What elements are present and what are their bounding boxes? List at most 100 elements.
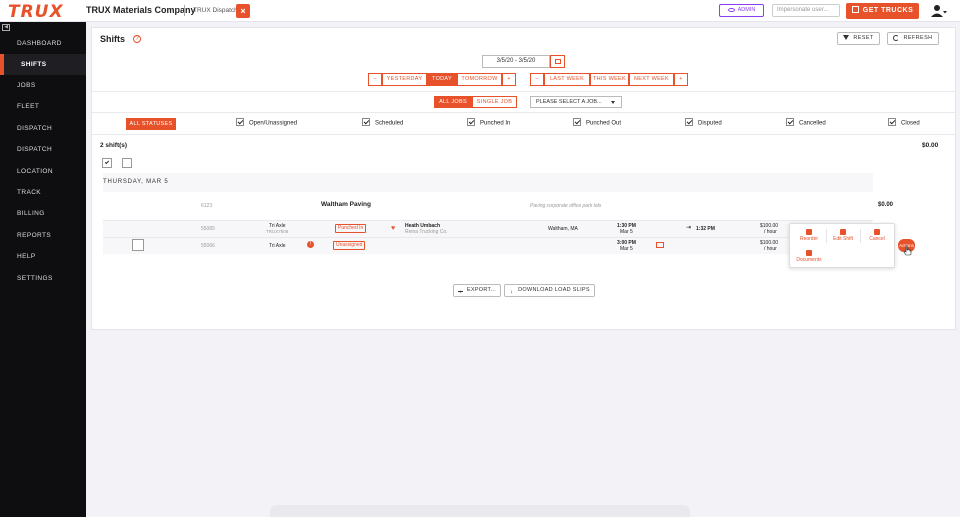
check-icon — [104, 159, 110, 165]
tomorrow-button[interactable]: TOMORROW — [457, 73, 502, 86]
today-button[interactable]: TODAY — [427, 73, 457, 86]
divider — [826, 229, 827, 243]
collapse-sidebar-icon[interactable]: ◀ — [2, 24, 10, 31]
divider — [92, 91, 955, 92]
reorder-label: Reorder — [799, 236, 819, 242]
sidebar-item-track[interactable]: TRACK — [0, 182, 86, 203]
job-row[interactable]: 6123 Waltham Paving Paving corporate off… — [103, 198, 893, 220]
get-trucks-button[interactable]: GET TRUCKS — [846, 3, 919, 19]
edit-shift-action[interactable]: Edit Shift — [828, 229, 858, 242]
table-row[interactable]: 55066 Tri Axle ! Unassigned 3:00 PM Mar … — [103, 238, 872, 254]
sidebar-item-reports[interactable]: REPORTS — [0, 225, 86, 246]
punch-time: 1:32 PM — [696, 226, 715, 232]
shift-actions-popover: Reorder Edit Shift Cancel Documents — [789, 223, 895, 268]
checkbox[interactable] — [685, 118, 693, 126]
trash-icon — [874, 229, 880, 235]
bottom-bar — [270, 505, 690, 517]
calendar-icon — [555, 59, 561, 64]
checkbox[interactable] — [786, 118, 794, 126]
status-label: Punched In — [480, 120, 511, 127]
sidebar: ◀ DASHBOARD SHIFTS JOBS FLEET DISPATCH D… — [0, 22, 86, 517]
checkbox[interactable] — [236, 118, 244, 126]
sidebar-item-dispatch[interactable]: DISPATCH — [0, 118, 86, 139]
status-badge: Punched In — [335, 224, 367, 233]
date-picker-button[interactable] — [550, 55, 565, 68]
sidebar-item-dispatch-2[interactable]: DISPATCH — [0, 139, 86, 160]
week-plus-button[interactable]: + — [674, 73, 688, 86]
trux-logo[interactable]: TRUX — [8, 2, 64, 22]
this-week-button[interactable]: THIS WEEK — [590, 73, 629, 86]
shift-rate-unit: / hour — [764, 229, 777, 235]
job-id: 6123 — [201, 203, 213, 209]
status-filter-scheduled[interactable]: Scheduled — [362, 118, 403, 128]
checkbox[interactable] — [573, 118, 581, 126]
date-range-input[interactable]: 3/5/20 - 3/5/20 — [482, 55, 550, 68]
sidebar-item-shifts[interactable]: SHIFTS — [0, 54, 86, 75]
sidebar-item-settings[interactable]: SETTINGS — [0, 268, 86, 289]
sidebar-item-jobs[interactable]: JOBS — [0, 75, 86, 96]
reorder-action[interactable]: Reorder — [794, 229, 824, 242]
refresh-label: REFRESH — [903, 35, 933, 41]
eye-icon — [727, 7, 735, 12]
cancel-action[interactable]: Cancel — [862, 229, 892, 242]
documents-label: Documents — [796, 257, 822, 263]
job-select-value: PLEASE SELECT A JOB... — [536, 99, 602, 105]
yesterday-button[interactable]: YESTERDAY — [382, 73, 427, 86]
job-select-dropdown[interactable]: PLEASE SELECT A JOB... — [530, 96, 622, 108]
job-amount: $0.00 — [878, 202, 894, 208]
next-week-button[interactable]: NEXT WEEK — [629, 73, 674, 86]
checkbox[interactable] — [362, 118, 370, 126]
sidebar-item-dashboard[interactable]: DASHBOARD — [0, 33, 86, 54]
get-trucks-label: GET TRUCKS — [862, 7, 914, 14]
documents-action[interactable]: Documents — [794, 250, 824, 263]
all-statuses-button[interactable]: ALL STATUSES — [126, 118, 176, 130]
job-description: Paving corporate office park lots — [530, 203, 602, 209]
week-minus-button[interactable]: − — [530, 73, 544, 86]
day-plus-button[interactable]: + — [502, 73, 516, 86]
job-customer: Waltham Paving — [321, 201, 371, 208]
row-select-checkbox[interactable] — [132, 239, 144, 251]
user-menu-icon[interactable] — [931, 4, 947, 18]
header-divider — [184, 5, 185, 16]
alert-icon: ! — [307, 241, 314, 248]
refresh-button[interactable]: REFRESH — [887, 32, 939, 45]
close-app-button[interactable]: × — [236, 4, 250, 18]
single-job-button[interactable]: SINGLE JOB — [472, 96, 517, 108]
document-icon — [806, 250, 812, 256]
day-minus-button[interactable]: − — [368, 73, 382, 86]
sidebar-item-billing[interactable]: BILLING — [0, 203, 86, 224]
chevron-down-icon — [611, 101, 615, 104]
reset-button[interactable]: RESET — [837, 32, 880, 45]
status-badge: Unassigned — [333, 241, 366, 250]
edit-shift-label: Edit Shift — [832, 236, 853, 242]
page-title: Shifts — [100, 34, 126, 44]
status-filter-punched-out[interactable]: Punched Out — [573, 118, 621, 128]
status-filter-open[interactable]: Open/Unassigned — [236, 118, 298, 128]
export-button[interactable]: ↓ EXPORT... — [453, 284, 501, 297]
checkbox[interactable] — [888, 118, 896, 126]
status-filter-closed[interactable]: Closed — [888, 118, 920, 128]
top-bar: TRUX TRUX Materials Company TRUX Dispatc… — [0, 0, 960, 22]
help-icon[interactable]: ? — [133, 35, 141, 43]
all-jobs-button[interactable]: ALL JOBS — [434, 96, 472, 108]
driver-company: Reina Trucking Co. — [405, 229, 448, 235]
checkbox[interactable] — [467, 118, 475, 126]
admin-button[interactable]: ADMIN — [719, 4, 764, 17]
edit-icon — [840, 229, 846, 235]
status-filter-disputed[interactable]: Disputed — [685, 118, 722, 128]
status-filter-punched-in[interactable]: Punched In — [467, 118, 511, 128]
download-load-slips-button[interactable]: ↓ DOWNLOAD LOAD SLIPS — [504, 284, 595, 297]
sidebar-item-location[interactable]: LOCATION — [0, 161, 86, 182]
select-all-checkbox[interactable] — [102, 158, 112, 168]
app-name: TRUX Dispatch — [193, 7, 238, 14]
sidebar-item-help[interactable]: HELP — [0, 246, 86, 267]
table-row[interactable]: 55065 Tri Axle TRUX7808 Punched In ♥ Hea… — [103, 221, 872, 237]
sidebar-item-fleet[interactable]: FLEET — [0, 96, 86, 117]
status-label: Open/Unassigned — [249, 120, 298, 127]
deselect-all-checkbox[interactable] — [122, 158, 132, 168]
status-filter-cancelled[interactable]: Cancelled — [786, 118, 826, 128]
last-week-button[interactable]: LAST WEEK — [544, 73, 590, 86]
export-label: EXPORT... — [466, 287, 497, 293]
impersonate-user-input[interactable]: Impersonate user... — [772, 4, 840, 17]
calendar-icon — [851, 5, 859, 13]
